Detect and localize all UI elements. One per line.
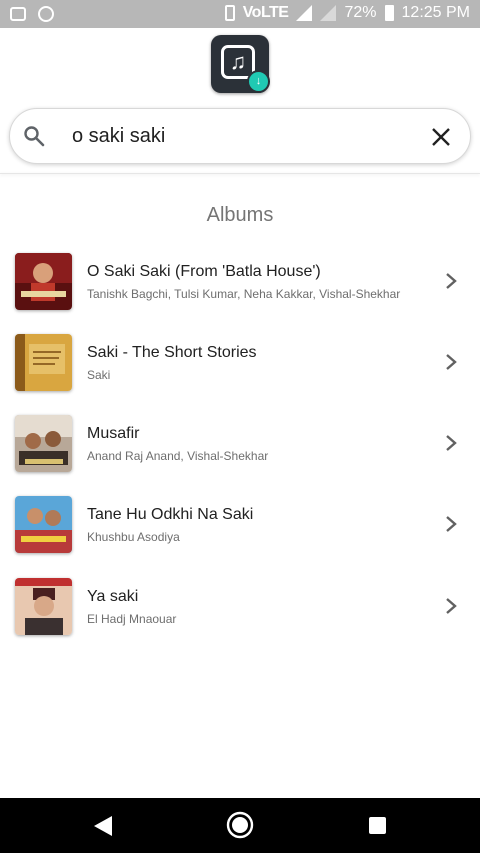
close-icon[interactable] bbox=[430, 126, 452, 148]
network-label: VoLTE bbox=[242, 4, 289, 21]
list-item[interactable]: Musafir Anand Raj Anand, Vishal-Shekhar bbox=[0, 415, 480, 485]
chevron-right-icon[interactable] bbox=[444, 596, 458, 616]
album-artist: Tanishk Bagchi, Tulsi Kumar, Neha Kakkar… bbox=[87, 287, 401, 301]
album-artist: Anand Raj Anand, Vishal-Shekhar bbox=[87, 449, 269, 463]
chevron-right-icon[interactable] bbox=[444, 433, 458, 453]
image-notification-icon bbox=[10, 7, 26, 21]
album-title: O Saki Saki (From 'Batla House') bbox=[87, 263, 321, 280]
section-title: Albums bbox=[206, 204, 274, 226]
app-logo: ♫ ↓ bbox=[211, 35, 270, 93]
album-title: Saki - The Short Stories bbox=[87, 344, 257, 361]
list-item[interactable]: Tane Hu Odkhi Na Saki Khushbu Asodiya bbox=[0, 496, 480, 566]
notification-icons bbox=[10, 6, 54, 22]
app-notification-icon bbox=[38, 6, 54, 22]
signal-icon bbox=[296, 5, 313, 21]
back-icon[interactable] bbox=[92, 814, 114, 838]
album-art bbox=[15, 334, 72, 391]
chevron-right-icon[interactable] bbox=[444, 514, 458, 534]
list-item[interactable]: Ya saki El Hadj Mnaouar bbox=[0, 578, 480, 648]
chevron-right-icon[interactable] bbox=[444, 352, 458, 372]
album-artist: Saki bbox=[87, 368, 111, 382]
album-artist: Khushbu Asodiya bbox=[87, 530, 180, 544]
home-icon[interactable] bbox=[226, 811, 254, 839]
list-item[interactable]: Saki - The Short Stories Saki bbox=[0, 334, 480, 404]
list-item[interactable]: O Saki Saki (From 'Batla House') Tanishk… bbox=[0, 253, 480, 323]
status-bar: VoLTE 72% 12:25 PM bbox=[0, 0, 480, 28]
signal-2-icon bbox=[320, 5, 337, 21]
battery-icon bbox=[384, 5, 394, 21]
recent-apps-icon[interactable] bbox=[369, 817, 386, 834]
album-art bbox=[15, 415, 72, 472]
album-art bbox=[15, 578, 72, 635]
album-artist: El Hadj Mnaouar bbox=[87, 612, 177, 626]
album-art bbox=[15, 253, 72, 310]
album-title: Musafir bbox=[87, 425, 140, 442]
system-status: VoLTE 72% 12:25 PM bbox=[224, 4, 470, 22]
battery-percent: 72% bbox=[344, 4, 377, 21]
navigation-bar bbox=[0, 798, 480, 853]
search-input[interactable]: o saki saki bbox=[72, 125, 165, 148]
album-title: Tane Hu Odkhi Na Saki bbox=[87, 506, 254, 523]
download-badge-icon: ↓ bbox=[247, 70, 270, 93]
vibrate-icon bbox=[224, 5, 235, 21]
search-bar[interactable]: o saki saki bbox=[9, 108, 471, 164]
chevron-right-icon[interactable] bbox=[444, 271, 458, 291]
album-art bbox=[15, 496, 72, 553]
album-title: Ya saki bbox=[87, 588, 139, 605]
header-divider bbox=[0, 173, 480, 174]
search-icon[interactable] bbox=[22, 124, 46, 148]
clock: 12:25 PM bbox=[401, 4, 470, 21]
